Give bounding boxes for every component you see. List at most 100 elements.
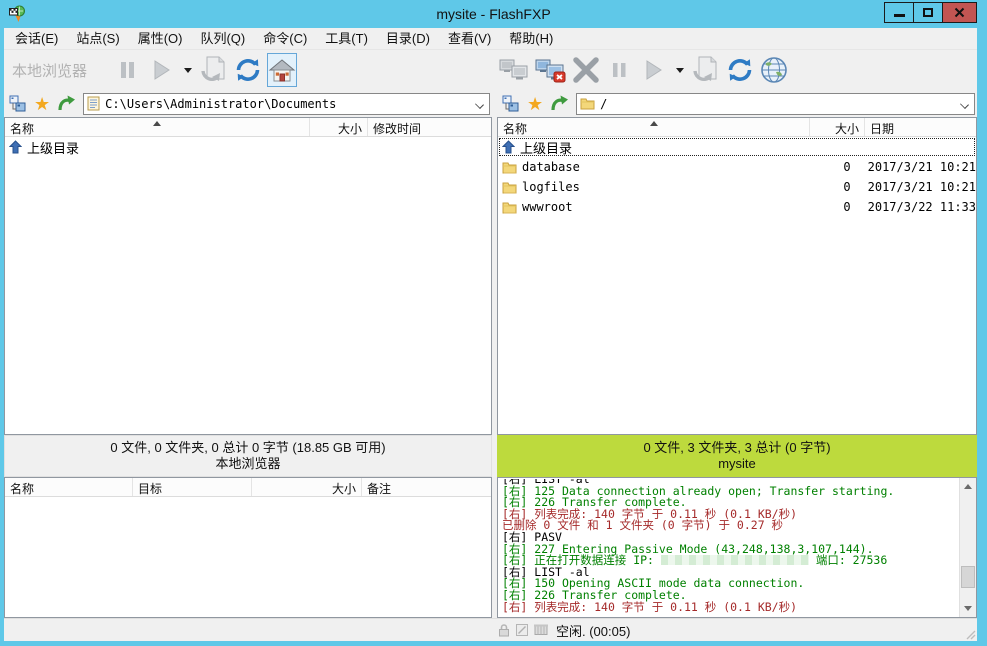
local-home-button[interactable] <box>267 53 297 87</box>
list-item-wwwroot[interactable]: wwwroot02017/3/22 11:33 <box>498 197 976 217</box>
item-size: 0 <box>804 160 858 174</box>
column-header-name[interactable]: 名称 <box>5 118 310 136</box>
column-header-name[interactable]: 名称 <box>498 118 810 136</box>
local-refresh-button[interactable] <box>233 53 263 87</box>
local-status-strip: 0 文件, 0 文件夹, 0 总计 0 字节 (18.85 GB 可用) 本地浏… <box>4 435 492 477</box>
remote-address-bar: ★ / <box>497 90 977 117</box>
column-header-size[interactable]: 大小 <box>252 478 362 496</box>
status-strip-row: 0 文件, 0 文件夹, 0 总计 0 字节 (18.85 GB 可用) 本地浏… <box>4 435 977 477</box>
remote-path-combobox[interactable]: / <box>576 93 975 115</box>
home-icon <box>268 57 296 84</box>
column-header-target[interactable]: 目标 <box>133 478 252 496</box>
play-icon <box>153 60 171 80</box>
menu-item-6[interactable]: 目录(D) <box>377 28 439 49</box>
remote-status-title: mysite <box>718 456 756 472</box>
dropdown-icon[interactable] <box>184 68 192 73</box>
minimize-button[interactable] <box>884 2 914 23</box>
combo-chevron-icon[interactable] <box>960 100 969 109</box>
local-path-combobox[interactable]: C:\Users\Administrator\Documents <box>83 93 490 115</box>
dropdown-icon[interactable] <box>676 68 684 73</box>
window-title: mysite - FlashFXP <box>0 0 987 28</box>
sort-asc-icon <box>650 121 658 126</box>
connect-icon <box>499 56 531 84</box>
sites-icon[interactable] <box>9 95 27 113</box>
list-item-database[interactable]: database 02017/3/21 10:21 <box>498 157 976 177</box>
menu-item-5[interactable]: 工具(T) <box>316 28 377 49</box>
session-log-panel[interactable]: [右] LIST -al[右] 125 Data connection alre… <box>497 477 977 618</box>
folder-icon <box>502 201 517 214</box>
toolbar-row: 本地浏览器 <box>4 50 977 90</box>
column-label: 名称 <box>503 122 527 136</box>
remote-path-text: / <box>600 97 607 111</box>
title-bar[interactable]: mysite - FlashFXP <box>0 0 987 28</box>
column-header-remark[interactable]: 备注 <box>362 478 491 496</box>
item-name: database <box>522 160 580 174</box>
item-date: 2017/3/21 10:21 <box>859 160 976 174</box>
pause-icon <box>119 61 137 79</box>
item-date: 2017/3/21 10:21 <box>859 180 976 194</box>
folder-icon <box>502 161 517 174</box>
combo-chevron-icon[interactable] <box>475 100 484 109</box>
menu-item-3[interactable]: 队列(Q) <box>191 28 254 49</box>
remote-start-button[interactable] <box>639 53 669 87</box>
resize-grip[interactable] <box>964 628 976 640</box>
log-line: 已删除 0 文件 和 1 文件夹 (0 字节) 于 0.27 秒 <box>502 520 958 532</box>
log-scrollbar[interactable] <box>959 478 976 617</box>
sites-icon[interactable] <box>502 95 520 113</box>
remote-toolbar <box>497 50 977 90</box>
address-row: ★ C:\Users\Admin <box>4 90 977 117</box>
notes-icon <box>515 623 529 637</box>
menu-item-7[interactable]: 查看(V) <box>439 28 500 49</box>
lock-icon <box>497 623 511 637</box>
folder-icon <box>580 97 595 110</box>
column-header-modified[interactable]: 修改时间 <box>368 118 491 136</box>
remote-browser-button[interactable] <box>759 53 789 87</box>
local-transfer-queue-button[interactable] <box>199 53 229 87</box>
list-item-上级目录[interactable]: 上级目录 <box>5 137 491 157</box>
list-item-logfiles[interactable]: logfiles02017/3/21 10:21 <box>498 177 976 197</box>
favorites-icon[interactable]: ★ <box>527 95 543 113</box>
local-pause-button[interactable] <box>113 53 143 87</box>
remote-transfer-queue-button[interactable] <box>691 53 721 87</box>
menu-item-2[interactable]: 属性(O) <box>129 28 192 49</box>
favorites-icon[interactable]: ★ <box>34 95 50 113</box>
close-button[interactable] <box>942 2 977 23</box>
remote-connect-button[interactable] <box>499 53 531 87</box>
list-item-上级目录[interactable]: 上级目录 <box>498 137 976 157</box>
column-header-date[interactable]: 日期 <box>865 118 976 136</box>
remote-abort-button[interactable] <box>571 53 601 87</box>
column-label: 名称 <box>10 122 34 136</box>
remote-pause-button[interactable] <box>605 53 635 87</box>
queue-header: 名称 目标 大小 备注 <box>5 478 491 497</box>
status-bar: 空闲. (00:05) <box>4 618 977 641</box>
up-level-icon[interactable] <box>550 94 569 113</box>
column-header-size[interactable]: 大小 <box>310 118 368 136</box>
maximize-button[interactable] <box>913 2 943 23</box>
menu-item-0[interactable]: 会话(E) <box>6 28 67 49</box>
local-start-button[interactable] <box>147 53 177 87</box>
log-lines: [右] LIST -al[右] 125 Data connection alre… <box>502 479 958 617</box>
column-header-size[interactable]: 大小 <box>810 118 865 136</box>
item-size: 0 <box>804 180 858 194</box>
up-level-icon[interactable] <box>57 94 76 113</box>
menu-bar: 会话(E)站点(S)属性(O)队列(Q)命令(C)工具(T)目录(D)查看(V)… <box>4 28 977 50</box>
remote-refresh-button[interactable] <box>725 53 755 87</box>
remote-file-list: 名称 大小 日期 上级目录database02017/3/21 10:21log… <box>497 117 977 435</box>
chevron-up-icon <box>964 484 972 489</box>
close-icon <box>954 7 965 18</box>
document-icon <box>87 96 100 111</box>
remote-disconnect-button[interactable] <box>535 53 567 87</box>
local-address-bar: ★ C:\Users\Admin <box>4 90 492 117</box>
menu-item-1[interactable]: 站点(S) <box>67 28 128 49</box>
column-header-name[interactable]: 名称 <box>5 478 133 496</box>
scroll-down-button[interactable] <box>960 600 976 617</box>
scroll-up-button[interactable] <box>960 478 976 495</box>
idle-status-text: 空闲. (00:05) <box>556 621 630 640</box>
scrollbar-thumb[interactable] <box>961 566 975 588</box>
bottom-row: 名称 目标 大小 备注 [右] LIST -al[右] 125 Data con… <box>4 477 977 618</box>
menu-item-8[interactable]: 帮助(H) <box>500 28 562 49</box>
maximize-icon <box>923 8 933 17</box>
queue-icon <box>533 623 549 637</box>
remote-list-body: 上级目录database02017/3/21 10:21logfiles0201… <box>498 137 976 217</box>
menu-item-4[interactable]: 命令(C) <box>254 28 316 49</box>
